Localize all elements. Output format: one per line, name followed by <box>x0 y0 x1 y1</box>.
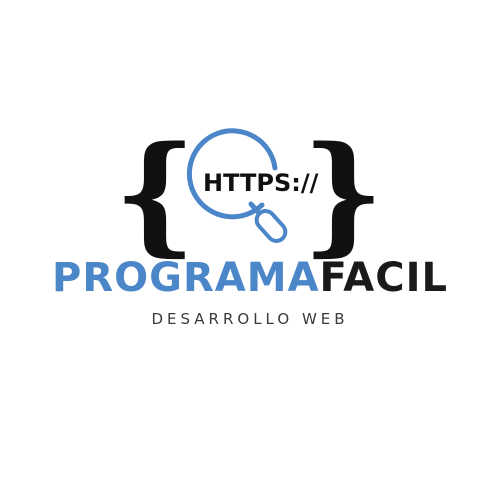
logo-graphic: { } HTTPS:// <box>114 119 384 269</box>
logo-canvas: { } HTTPS:// PROGRAMAFACIL DESARROLLO WE… <box>0 0 500 500</box>
brand-wordmark: PROGRAMAFACIL <box>0 254 500 302</box>
url-text: HTTPS:// <box>203 169 319 197</box>
left-brace-icon: { <box>114 119 196 269</box>
wordmark-programa: PROGRAMA <box>52 255 320 301</box>
tagline: DESARROLLO WEB <box>151 310 349 328</box>
wordmark-facil: FACIL <box>319 255 448 301</box>
